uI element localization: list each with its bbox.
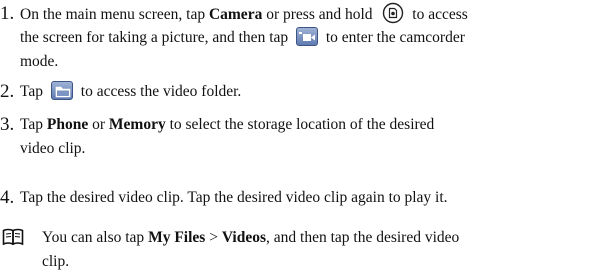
step-body: Tap Phone or Memory to select the storag… — [20, 113, 606, 161]
step-number: 4. — [0, 187, 15, 208]
note-line: You can also tap My Files > Videos, and … — [42, 226, 606, 250]
note-text: , and then tap the desired video — [266, 229, 460, 246]
step-text: to select the storage location of the de… — [165, 116, 435, 133]
step-text: or press and hold — [262, 6, 377, 23]
step-text: to enter the camcorder — [322, 29, 465, 46]
step-line: Tap the desired video clip. Tap the desi… — [20, 189, 448, 206]
step-text: to access — [408, 6, 468, 23]
note-body: You can also tap My Files > Videos, and … — [42, 226, 606, 274]
step-text: mode. — [20, 53, 59, 70]
ui-label-videos: Videos — [221, 229, 267, 246]
step-number: 2. — [0, 81, 15, 102]
ui-label-phone: Phone — [46, 116, 89, 133]
note-line: clip. — [42, 250, 606, 274]
step-body: Tap the desired video clip. Tap the desi… — [20, 186, 606, 210]
step-number: 1. — [0, 3, 15, 24]
step-text: to access the video folder. — [76, 83, 242, 100]
ui-label-my-files: My Files — [148, 229, 206, 246]
step-line: On the main menu screen, tap Camera or p… — [20, 2, 606, 26]
book-icon — [2, 228, 24, 246]
ui-label-memory: Memory — [108, 116, 166, 133]
note-text: clip. — [42, 253, 70, 270]
step-body: On the main menu screen, tap Camera or p… — [20, 2, 606, 74]
step-line: mode. — [20, 50, 606, 74]
step-text: On the main menu screen, tap — [20, 6, 209, 23]
step-line: Tap Phone or Memory to select the storag… — [20, 113, 606, 137]
note-text: > — [205, 229, 222, 246]
step-text: Tap — [20, 83, 47, 100]
step-line: the screen for taking a picture, and the… — [20, 26, 606, 50]
step-text: Tap — [20, 116, 47, 133]
step-text: video clip. — [20, 140, 86, 157]
step-line: Tap to access the video folder. — [20, 80, 606, 104]
step-number: 3. — [0, 114, 15, 135]
camera-key-icon — [382, 2, 404, 24]
document-body: 1. On the main menu screen, tap Camera o… — [0, 0, 610, 276]
note-text: You can also tap — [42, 229, 149, 246]
camcorder-mode-icon — [296, 27, 318, 46]
step-text: or — [88, 116, 109, 133]
step-line: video clip. — [20, 137, 606, 161]
folder-icon — [50, 81, 73, 100]
step-text: the screen for taking a picture, and the… — [20, 29, 292, 46]
step-body: Tap to access the video folder. — [20, 80, 606, 104]
ui-label-camera: Camera — [208, 6, 263, 23]
